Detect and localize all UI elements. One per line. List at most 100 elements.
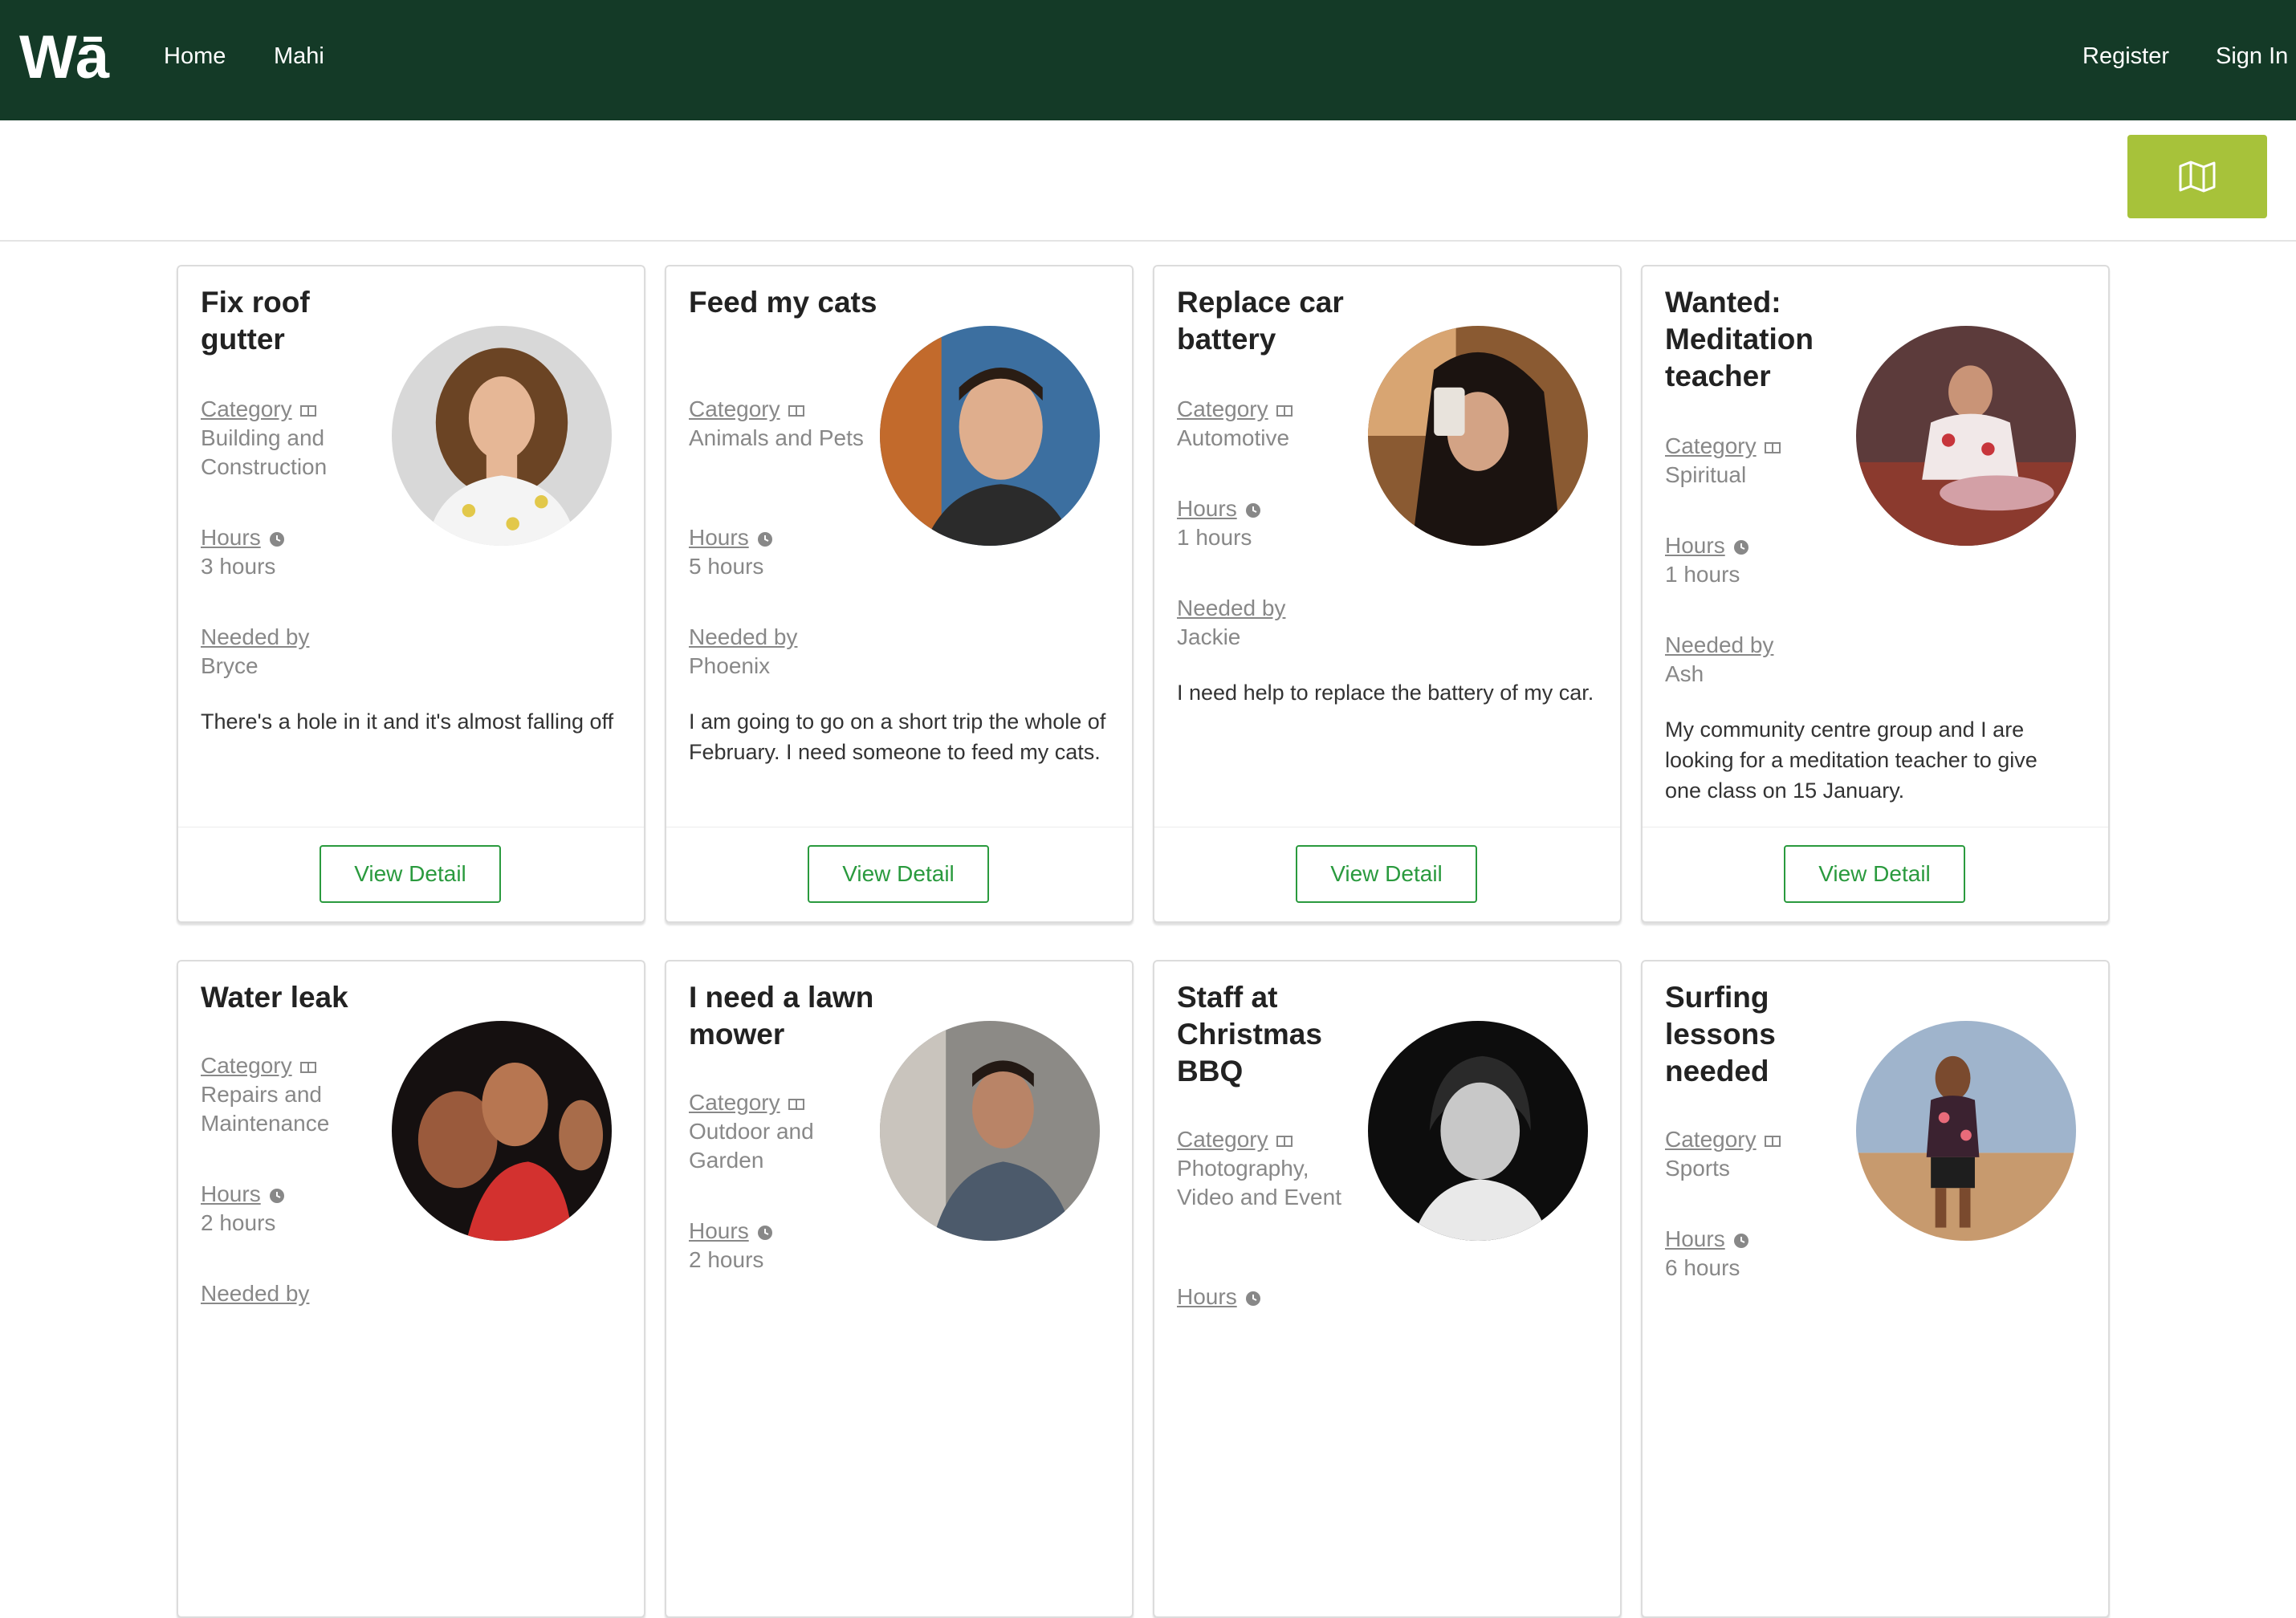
hours-field: Hours 5 hours [689,523,881,581]
clock-icon [1733,539,1749,559]
hours-value: 2 hours [689,1247,764,1272]
category-icon [788,1098,804,1115]
needed-by-field: Needed by Jackie [1177,594,1370,652]
avatar [1856,326,2076,546]
category-field: Category Repairs and Maintenance [201,1051,393,1138]
card-title: Wanted: Meditation teacher [1665,286,1814,392]
profile-photo [1368,1021,1588,1241]
view-detail-button[interactable]: View Detail [320,845,501,903]
needed-by-label: Needed by [201,1281,310,1306]
category-value: Sports [1665,1156,1730,1181]
site-logo[interactable]: Wā [19,18,109,98]
hours-field: Hours 1 hours [1177,494,1370,552]
category-label: Category [1665,1127,1757,1152]
hours-field: Hours [1177,1283,1370,1311]
category-value: Building and Construction [201,425,328,479]
category-icon [1276,1135,1293,1152]
task-card: I need a lawn mower Category Outdoor and… [665,960,1134,1618]
hours-value: 5 hours [689,554,764,579]
category-value: Animals and Pets [689,425,864,450]
task-card: Surfing lessons needed Category Sports H… [1641,960,2110,1618]
card-title: Feed my cats [689,286,877,319]
hours-field: Hours 2 hours [689,1217,881,1274]
clock-icon [757,531,773,551]
task-card: Feed my cats Category Animals and Pets H… [665,265,1134,923]
map-view-button[interactable] [2127,135,2267,218]
card-footer: View Detail [1643,827,2108,921]
profile-photo [880,326,1100,546]
hours-label: Hours [201,1181,261,1206]
profile-photo [392,1021,612,1241]
card-title: I need a lawn mower [689,981,874,1051]
view-detail-button[interactable]: View Detail [808,845,989,903]
category-field: Category Building and Construction [201,395,393,482]
category-field: Category Photography, Video and Event [1177,1125,1370,1212]
category-label: Category [1177,396,1268,421]
category-field: Category Animals and Pets [689,395,881,453]
needed-by-label: Needed by [689,624,798,649]
top-navbar: Wā Home Mahi Register Sign In [0,0,2296,120]
card-description: I need help to replace the battery of my… [1177,681,1594,705]
needed-by-field: Needed by Ash [1665,631,1858,689]
needed-by-value: Phoenix [689,653,771,678]
task-card: Staff at Christmas BBQ Category Photogra… [1153,960,1622,1618]
needed-by-label: Needed by [1665,632,1774,657]
needed-by-value: Jackie [1177,624,1241,649]
clock-icon [269,531,285,551]
hours-label: Hours [201,525,261,550]
category-label: Category [201,1053,292,1078]
avatar [1856,1021,2076,1241]
category-field: Category Outdoor and Garden [689,1088,881,1175]
clock-icon [1245,1291,1261,1311]
needed-by-value: Bryce [201,653,259,678]
hours-label: Hours [1177,1284,1237,1309]
clock-icon [757,1225,773,1245]
card-footer: View Detail [178,827,644,921]
category-icon [1764,441,1781,458]
avatar [880,1021,1100,1241]
needed-by-field: Needed by Phoenix [689,623,881,681]
category-icon [299,1061,316,1078]
category-value: Photography, Video and Event [1177,1156,1341,1209]
category-label: Category [689,396,780,421]
category-label: Category [1177,1127,1268,1152]
nav-link-mahi[interactable]: Mahi [274,40,324,72]
avatar [1368,1021,1588,1241]
category-field: Category Automotive [1177,395,1370,453]
card-description: There's a hole in it and it's almost fal… [201,709,614,734]
hours-field: Hours 3 hours [201,523,393,581]
hours-value: 2 hours [201,1210,276,1235]
view-detail-button[interactable]: View Detail [1296,845,1477,903]
hours-label: Hours [1665,533,1725,558]
hours-label: Hours [1665,1226,1725,1251]
avatar [880,326,1100,546]
view-detail-button[interactable]: View Detail [1784,845,1965,903]
clock-icon [1245,502,1261,522]
needed-by-field: Needed by [201,1279,393,1308]
profile-photo [1856,326,2076,546]
map-icon [2179,161,2216,193]
task-card: Water leak Category Repairs and Maintena… [177,960,645,1618]
sign-in-link[interactable]: Sign In [2216,40,2288,72]
category-value: Repairs and Maintenance [201,1082,330,1136]
task-card: Replace car battery Category Automotive … [1153,265,1622,923]
card-footer: View Detail [666,827,1132,921]
profile-photo [1368,326,1588,546]
hours-field: Hours 1 hours [1665,531,1858,589]
hours-field: Hours 2 hours [201,1180,393,1238]
register-link[interactable]: Register [2082,40,2169,72]
category-icon [1276,404,1293,421]
avatar [392,326,612,546]
needed-by-value: Ash [1665,661,1704,686]
hours-value: 1 hours [1177,525,1252,550]
card-title: Water leak [201,981,348,1014]
hours-label: Hours [1177,496,1237,521]
card-footer: View Detail [1154,827,1620,921]
nav-link-home[interactable]: Home [164,40,226,72]
card-title: Replace car battery [1177,286,1344,356]
category-icon [1764,1135,1781,1152]
card-title: Fix roof gutter [201,286,310,356]
card-title: Surfing lessons needed [1665,981,1776,1087]
task-card: Fix roof gutter Category Building and Co… [177,265,645,923]
profile-photo [1856,1021,2076,1241]
